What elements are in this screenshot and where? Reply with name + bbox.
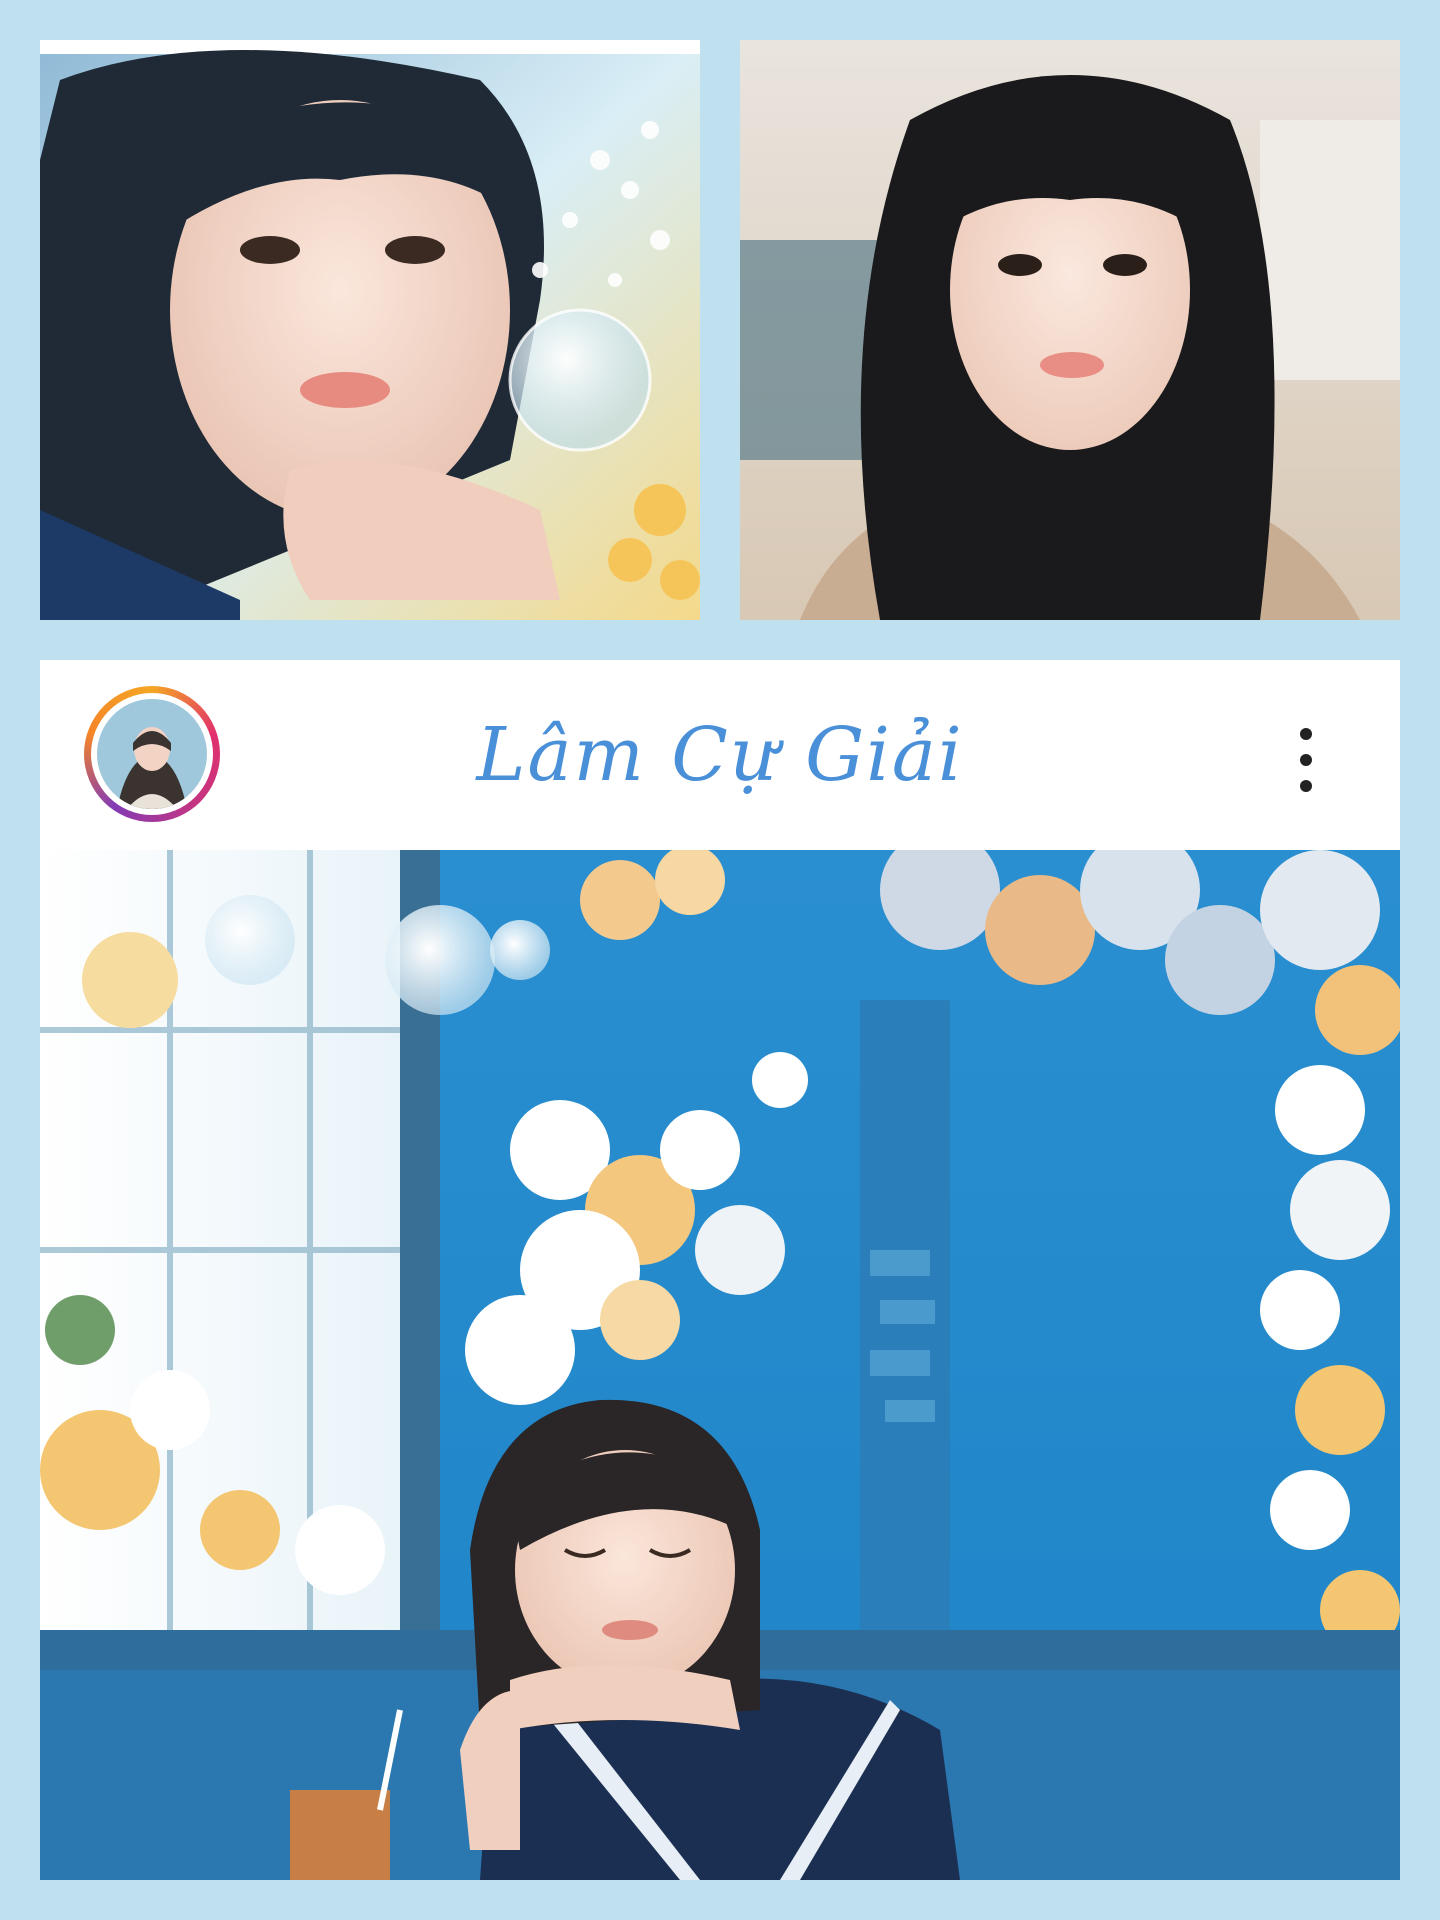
profile-avatar[interactable] <box>84 686 220 822</box>
post-photo[interactable] <box>40 850 1400 1880</box>
more-vertical-icon[interactable] <box>1288 724 1324 796</box>
username-label[interactable]: Lâm Cự Giải <box>340 700 1100 810</box>
collage-photo-top-right[interactable] <box>740 40 1400 620</box>
collage-photo-top-left[interactable] <box>40 40 700 620</box>
post-header: Lâm Cự Giải <box>40 660 1400 850</box>
instagram-post-card: Lâm Cự Giải <box>40 660 1400 1880</box>
profile-avatar-icon <box>97 699 207 809</box>
